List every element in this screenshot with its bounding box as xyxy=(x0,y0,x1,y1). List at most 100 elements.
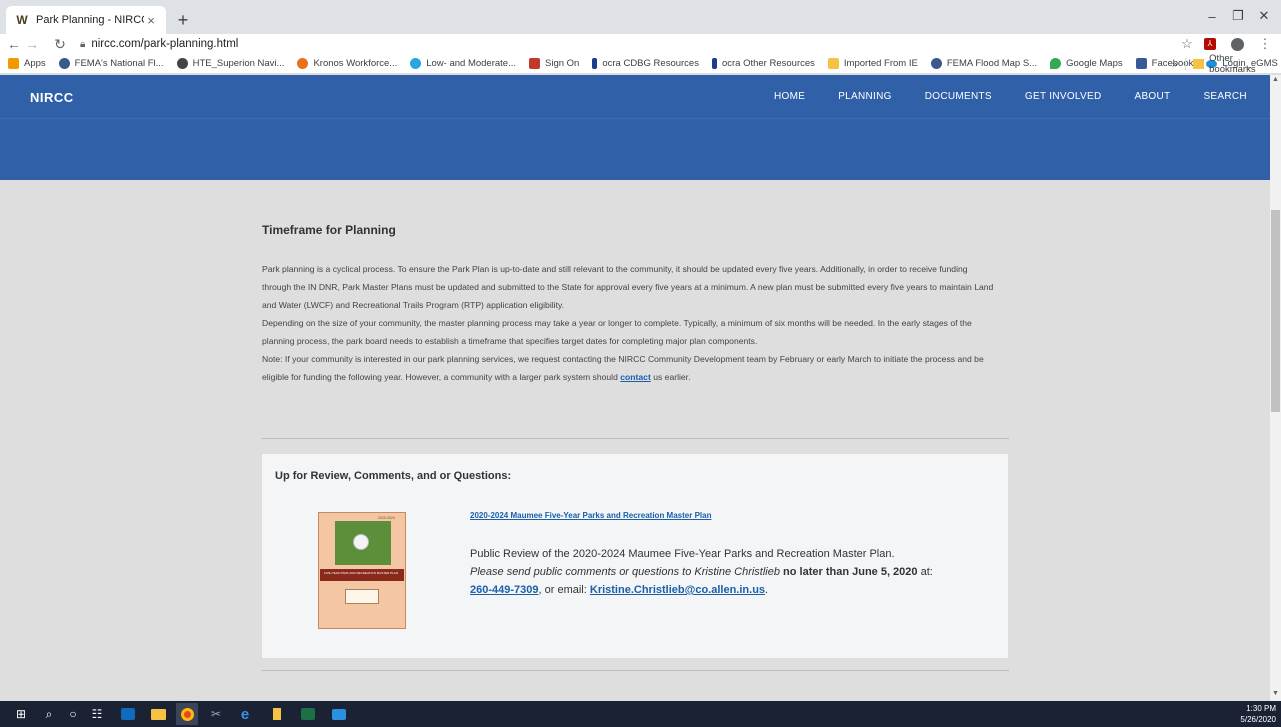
back-icon[interactable]: ← xyxy=(4,34,24,54)
profile-icon[interactable] xyxy=(1227,34,1247,54)
paragraph-1: Park planning is a cyclical process. To … xyxy=(262,260,1032,314)
plan-document-link[interactable]: 2020-2024 Maumee Five-Year Parks and Rec… xyxy=(470,511,711,520)
bookmarks-bar: Apps FEMA's National Fl... HTE_Superion … xyxy=(0,54,1281,74)
baseball-icon xyxy=(353,534,369,550)
file-explorer-icon[interactable] xyxy=(147,703,169,725)
bookmark-imported-ie[interactable]: Imported From IE xyxy=(827,58,918,69)
tab-close-icon[interactable]: × xyxy=(144,13,158,28)
nav-search[interactable]: SEARCH xyxy=(1203,91,1246,102)
nav-get-involved[interactable]: GET INVOLVED xyxy=(1025,91,1102,102)
windows-start-icon[interactable]: ⊞ xyxy=(10,703,32,725)
paragraph-line: Park planning is a cyclical process. To … xyxy=(262,264,968,274)
url-text: nircc.com/park-planning.html xyxy=(91,38,239,50)
clock-time: 1:30 PM xyxy=(1246,704,1276,713)
contact-link[interactable]: contact xyxy=(620,372,651,382)
window-close-icon[interactable]: ✕ xyxy=(1251,6,1277,26)
folder-icon xyxy=(1193,59,1205,69)
map-pin-icon xyxy=(1050,58,1062,69)
excel-icon[interactable] xyxy=(297,703,319,725)
new-tab-icon[interactable]: + xyxy=(172,9,194,31)
cover-band: FIVE-YEAR PARK AND RECREATION MASTER PLA… xyxy=(320,569,404,581)
tab-title: Park Planning - NIRCC xyxy=(36,14,144,26)
snipping-tool-icon[interactable]: ✂ xyxy=(205,703,227,725)
ocra-icon xyxy=(592,58,598,69)
bookmark-low-moderate[interactable]: Low- and Moderate... xyxy=(410,58,516,69)
minimize-icon[interactable]: – xyxy=(1199,6,1225,26)
clock-date: 5/26/2020 xyxy=(1240,715,1276,724)
bookmark-apps[interactable]: Apps xyxy=(8,58,46,69)
nircc-favicon-icon: W xyxy=(16,13,28,27)
description-line: Please send public comments or questions… xyxy=(470,566,933,578)
site-nav: HOME PLANNING DOCUMENTS GET INVOLVED ABO… xyxy=(774,91,1247,102)
reload-icon[interactable]: ↻ xyxy=(50,34,70,54)
restore-icon[interactable]: ❐ xyxy=(1225,6,1251,26)
site-logo[interactable]: NIRCC xyxy=(30,90,74,105)
paragraph-line: and Water (LWCF) and Recreational Trails… xyxy=(262,300,565,310)
phone-link[interactable]: 260-449-7309 xyxy=(470,584,539,596)
scroll-up-icon[interactable]: ▲ xyxy=(1270,76,1281,86)
bookmark-fema-flood-map[interactable]: FEMA Flood Map S... xyxy=(930,58,1037,69)
forward-icon[interactable]: → xyxy=(22,34,42,54)
bookmark-fema-national[interactable]: FEMA's National Fl... xyxy=(58,58,164,69)
search-icon[interactable]: ⌕ xyxy=(38,703,60,725)
browser-tab[interactable]: W Park Planning - NIRCC × xyxy=(6,6,166,34)
nav-planning[interactable]: PLANNING xyxy=(838,91,892,102)
folder-icon xyxy=(827,58,839,69)
paragraph-line: planning process, the park board needs t… xyxy=(262,336,758,346)
review-heading: Up for Review, Comments, and or Question… xyxy=(275,470,512,482)
chrome-icon[interactable] xyxy=(176,703,198,725)
bookmarks-overflow: » Other bookmarks xyxy=(1172,53,1281,75)
bookmark-hte-superion[interactable]: HTE_Superion Navi... xyxy=(176,58,284,69)
pdf-extension-icon[interactable]: ⅄ xyxy=(1200,34,1220,54)
edge-icon[interactable]: e xyxy=(234,703,256,725)
hud-icon xyxy=(410,58,422,69)
description-line: Public Review of the 2020-2024 Maumee Fi… xyxy=(470,548,895,560)
other-bookmarks[interactable]: Other bookmarks xyxy=(1209,53,1281,75)
description-line: 260-449-7309, or email: Kristine.Christl… xyxy=(470,584,769,596)
system-clock[interactable]: 1:30 PM 5/26/2020 xyxy=(1228,703,1276,725)
fema-icon xyxy=(58,58,70,69)
menu-kebab-icon[interactable]: ⋮ xyxy=(1255,34,1275,54)
scrollbar-thumb[interactable] xyxy=(1271,210,1280,412)
nav-documents[interactable]: DOCUMENTS xyxy=(925,91,992,102)
address-bar[interactable]: 🔒︎ nircc.com/park-planning.html xyxy=(80,35,1170,53)
paragraph-line: through the IN DNR, Park Master Plans mu… xyxy=(262,282,994,292)
outlook-icon[interactable] xyxy=(117,703,139,725)
bookmark-google-maps[interactable]: Google Maps xyxy=(1050,58,1123,69)
apps-grid-icon xyxy=(8,58,19,69)
cover-year: 2020-2024 xyxy=(378,516,395,520)
cover-logo-box xyxy=(345,589,379,604)
bookmark-sign-on[interactable]: Sign On xyxy=(529,58,579,69)
task-view-icon[interactable]: ☷ xyxy=(86,703,108,725)
sign-on-icon xyxy=(529,58,541,69)
paragraph-line: Depending on the size of your community,… xyxy=(262,318,972,328)
section-divider xyxy=(262,670,1009,671)
section-title: Timeframe for Planning xyxy=(262,223,396,237)
paragraph-2: Depending on the size of your community,… xyxy=(262,314,1032,350)
email-link[interactable]: Kristine.Christlieb@co.allen.in.us xyxy=(590,584,765,596)
ocra-icon xyxy=(711,58,717,69)
bookmarks-overflow-chevron-icon[interactable]: » xyxy=(1172,59,1177,70)
globe-icon xyxy=(176,58,188,69)
bookmark-star-icon[interactable]: ☆ xyxy=(1177,34,1197,54)
kronos-icon xyxy=(297,58,309,69)
nav-about[interactable]: ABOUT xyxy=(1134,91,1170,102)
bookmark-ocra-other[interactable]: ocra Other Resources xyxy=(711,58,815,69)
sticky-notes-icon[interactable] xyxy=(266,703,288,725)
header-divider xyxy=(0,118,1270,119)
lock-icon: 🔒︎ xyxy=(80,38,86,50)
bookmark-ocra-cdbg[interactable]: ocra CDBG Resources xyxy=(592,58,699,69)
fema-icon xyxy=(930,58,942,69)
paragraph-3: Note: If your community is interested in… xyxy=(262,350,1032,386)
facebook-icon xyxy=(1135,58,1147,69)
paragraph-line: eligible for funding the following year.… xyxy=(262,372,691,382)
paragraph-line: Note: If your community is interested in… xyxy=(262,354,984,364)
section-divider xyxy=(262,438,1009,439)
nav-home[interactable]: HOME xyxy=(774,91,805,102)
mail-icon[interactable] xyxy=(328,703,350,725)
scroll-down-icon[interactable]: ▼ xyxy=(1270,690,1281,700)
review-description: Public Review of the 2020-2024 Maumee Fi… xyxy=(470,545,990,599)
bookmark-kronos[interactable]: Kronos Workforce... xyxy=(297,58,397,69)
divider xyxy=(1185,58,1187,70)
cortana-icon[interactable]: ○ xyxy=(62,703,84,725)
